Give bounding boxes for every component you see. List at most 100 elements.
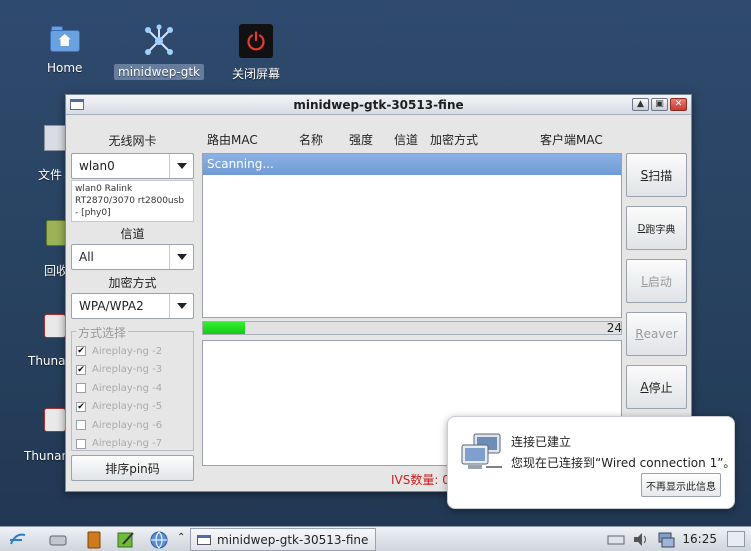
book-icon[interactable] [84,530,104,549]
reaver-button[interactable]: Reaver [626,312,687,356]
sort-pin-button[interactable]: 排序pin码 [71,455,194,481]
method-label: Aireplay-ng -3 [92,364,163,376]
home-folder-icon [48,24,82,54]
method-legend: 方式选择 [76,324,129,341]
dont-show-again-button[interactable]: 不再显示此信息 [641,473,721,497]
thunar-icon[interactable] [44,408,66,432]
stop-button[interactable]: A 停止 [626,365,687,409]
task-minidwep[interactable]: minidwep-gtk-30513-fine [190,528,376,551]
desktop-icon-label: Home [47,61,83,75]
launch-button[interactable]: L 启动 [626,259,687,303]
roll-up-button[interactable]: ▲ [632,98,649,111]
window-title: minidwep-gtk-30513-fine [293,97,464,112]
power-icon [239,24,273,58]
adapter-info: wlan0 Ralink RT2870/3070 rt2800usb - [ph… [71,180,194,222]
chevron-down-icon[interactable] [169,245,193,269]
desktop-icon-files[interactable] [44,125,66,151]
encryption-value: WPA/WPA2 [79,299,144,313]
left-panel: 无线网卡 wlan0 wlan0 Ralink RT2870/3070 rt28… [71,123,194,481]
button-label: 跑字典 [645,224,676,236]
method-group: 方式选择 ✔ Aireplay-ng -2 ✔ Aireplay-ng -3 Air… [71,324,194,454]
checkbox[interactable] [76,438,86,449]
mnemonic-key: S [640,168,649,182]
checkbox[interactable]: ✔ [76,346,86,357]
method-label: Aireplay-ng -2 [92,345,163,357]
desktop-icon-home[interactable]: Home [43,24,86,76]
ivs-count: IVS数量: 0 [391,473,450,487]
scan-progress-bar: 24 [202,321,622,335]
button-label: eaver [643,327,678,341]
chevron-down-icon[interactable] [169,294,193,318]
network-list-header: 路由MAC 名称 强度 信道 加密方式 客户端MAC [207,131,627,147]
method-label: Aireplay-ng -5 [92,401,163,413]
method-label: Aireplay-ng -7 [92,438,163,450]
notification-title: 连接已建立 [511,435,572,449]
header-encryption[interactable]: 加密方式 [430,131,478,148]
window-menu-icon[interactable] [70,99,84,110]
button-label: 启动 [647,274,672,289]
clock[interactable]: 16:25 [682,532,717,546]
start-menu-icon[interactable] [8,530,28,549]
wireless-card-label: 无线网卡 [108,134,157,148]
progress-fill [203,322,245,334]
list-item[interactable]: Scanning... [203,154,621,175]
header-client-mac[interactable]: 客户端MAC [540,131,603,148]
close-button[interactable]: ✕ [670,98,687,111]
method-option[interactable]: ✔ Aireplay-ng -2 [76,342,189,361]
keyboard-icon[interactable] [606,530,626,549]
button-label: 扫描 [648,168,673,183]
trash-icon[interactable] [46,220,66,246]
drive-icon[interactable] [48,530,68,549]
show-desktop-button[interactable] [727,531,745,547]
method-label: Aireplay-ng -4 [92,382,163,394]
network-icon[interactable] [656,530,676,549]
network-mesh-icon [145,24,173,55]
mnemonic-key: A [640,380,649,394]
checkbox[interactable] [76,420,86,431]
mnemonic-key: L [641,274,648,288]
globe-icon[interactable] [149,530,169,549]
desktop-icon-label: 文件 [38,168,63,182]
taskbar: ⌃ minidwep-gtk-30513-fine 16:25 [0,526,751,551]
taskbar-chevron-up-icon[interactable]: ⌃ [177,532,185,543]
method-option[interactable]: Aireplay-ng -7 [76,435,189,454]
channel-value: All [79,250,94,264]
header-channel[interactable]: 信道 [394,131,418,148]
encryption-label: 加密方式 [108,276,157,290]
editor-icon[interactable] [116,530,136,549]
window-titlebar[interactable]: minidwep-gtk-30513-fine ▲ ▣ ✕ [66,95,691,115]
checkbox[interactable] [76,383,86,394]
network-connected-icon [461,433,502,469]
window-icon [197,534,211,545]
header-strength[interactable]: 强度 [349,131,373,148]
task-label: minidwep-gtk-30513-fine [217,532,369,547]
header-router-mac[interactable]: 路由MAC [207,131,258,148]
volume-icon[interactable] [631,530,651,549]
channel-select[interactable]: All [71,244,194,270]
header-name[interactable]: 名称 [299,131,323,148]
desktop-icon-screen-off[interactable]: 关闭屏幕 [228,24,284,83]
method-option[interactable]: Aireplay-ng -4 [76,379,189,398]
connection-notification[interactable]: 连接已建立 您现在已连接到“Wired connection 1”。 不再显示此… [447,416,735,509]
thunar-icon[interactable] [44,314,66,338]
encryption-select[interactable]: WPA/WPA2 [71,293,194,319]
channel-label: 信道 [120,227,145,241]
method-option[interactable]: ✔ Aireplay-ng -3 [76,361,189,380]
method-option[interactable]: ✔ Aireplay-ng -5 [76,398,189,417]
desktop-icon-minidwep[interactable]: minidwep-gtk [114,24,204,80]
maximize-button[interactable]: ▣ [651,98,668,111]
network-list[interactable]: Scanning... [202,153,622,318]
checkbox[interactable]: ✔ [76,364,86,375]
checkbox[interactable]: ✔ [76,401,86,412]
method-option[interactable]: Aireplay-ng -6 [76,416,189,435]
mnemonic-key: D [637,222,646,234]
dictionary-button[interactable]: D 跑字典 [626,206,687,250]
desktop-icon-label: Thuna [28,354,66,368]
chevron-down-icon[interactable] [169,154,193,178]
scan-button[interactable]: S 扫描 [626,153,687,197]
progress-count: 24 [606,321,622,335]
desktop-icon-label: minidwep-gtk [114,64,204,80]
method-label: Aireplay-ng -6 [92,419,163,431]
wireless-card-value: wlan0 [79,159,115,173]
wireless-card-select[interactable]: wlan0 [71,153,194,179]
